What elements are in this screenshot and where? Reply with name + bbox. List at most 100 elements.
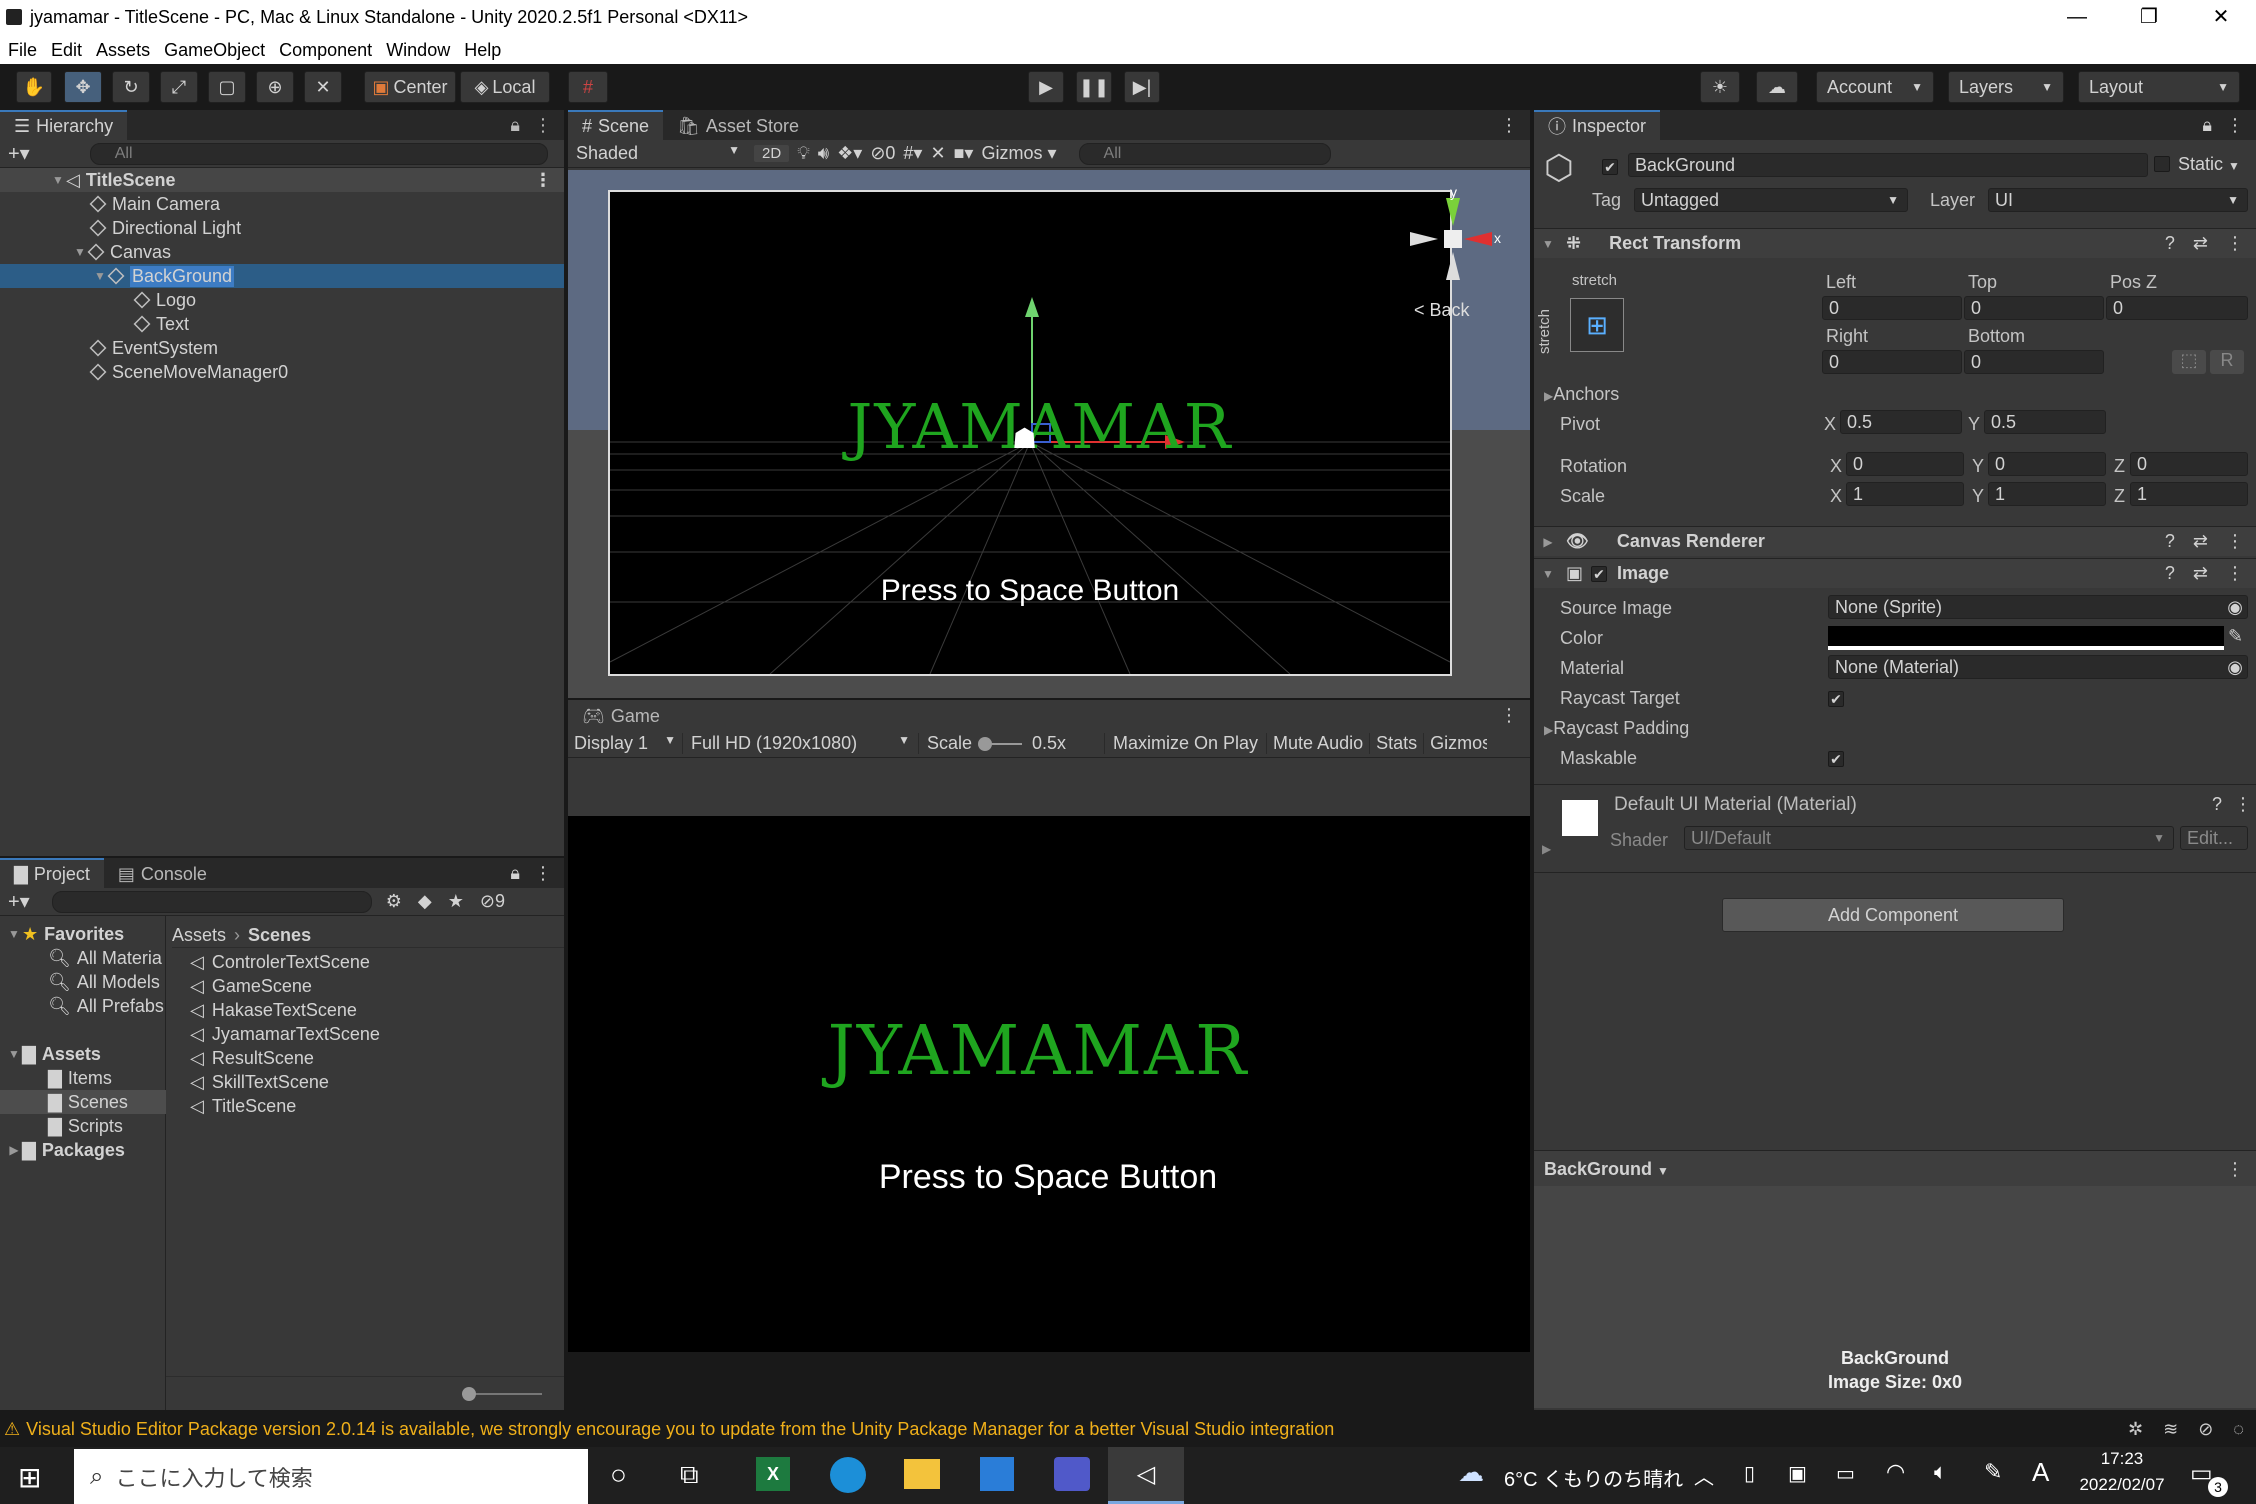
pivot-x-field[interactable]: 0.5 <box>1840 410 1962 434</box>
image-component-header[interactable]: ▼ ▣ ✔ Image ? ⇄ ⋮ <box>1534 558 2256 588</box>
rotation-z-field[interactable]: 0 <box>2130 452 2248 476</box>
bottom-field[interactable]: 0 <box>1964 350 2104 374</box>
breadcrumb-assets[interactable]: Assets <box>172 925 226 946</box>
material-foldout-arrow-icon[interactable]: ▶ <box>1542 842 1551 856</box>
favorite-all-prefabs[interactable]: 🔍︎ All Prefabs <box>48 994 164 1018</box>
pivot-y-field[interactable]: 0.5 <box>1984 410 2106 434</box>
hierarchy-item-background[interactable]: ▼ BackGround <box>0 264 564 288</box>
component-menu-icon[interactable]: ⋮ <box>2226 233 2244 254</box>
folder-scenes[interactable]: ▇ Scenes <box>0 1090 166 1114</box>
gizmos-dropdown[interactable]: Gizmos ▾ <box>981 143 1056 164</box>
help-icon[interactable]: ? <box>2165 531 2175 552</box>
canvas-renderer-header[interactable]: ▶ 👁︎ Canvas Renderer ? ⇄ ⋮ <box>1534 526 2256 556</box>
raycast-padding-foldout[interactable]: ▶Raycast Padding <box>1544 718 1689 739</box>
menu-window[interactable]: Window <box>386 40 450 61</box>
rect-tool-icon[interactable]: ▢ <box>208 71 246 103</box>
effects-icon[interactable]: ❖▾ <box>837 143 862 164</box>
scene-file[interactable]: ◁ ControlerTextScene <box>190 950 370 974</box>
assets-node[interactable]: ▼ ▇ Assets <box>6 1042 101 1066</box>
file-explorer-icon[interactable] <box>904 1459 940 1489</box>
scale-x-field[interactable]: 1 <box>1846 482 1964 506</box>
auto-generate-icon[interactable]: ◌ <box>2233 1419 2244 1440</box>
store-app-icon[interactable] <box>980 1457 1014 1491</box>
menu-edit[interactable]: Edit <box>51 40 82 61</box>
favorite-all-models[interactable]: 🔍︎ All Models <box>48 970 160 994</box>
rotate-tool-icon[interactable]: ↻ <box>112 71 150 103</box>
lock-icon[interactable]: 🔒︎ <box>510 863 520 884</box>
tray-device-icon[interactable]: ▯ <box>1744 1461 1755 1486</box>
gizmo-x-axis[interactable] <box>1464 232 1492 246</box>
collapse-arrow-icon[interactable]: ▼ <box>1540 237 1556 251</box>
tools-icon[interactable]: ✕ <box>930 143 945 164</box>
gizmo-center[interactable] <box>1444 230 1462 248</box>
windows-start-icon[interactable]: ⊞ <box>18 1461 41 1494</box>
posz-field[interactable]: 0 <box>2106 296 2248 320</box>
hierarchy-search-input[interactable]: All <box>89 142 548 165</box>
shader-edit-button[interactable]: Edit... <box>2180 826 2248 850</box>
play-button[interactable]: ▶ <box>1028 71 1064 103</box>
hidden-packages-icon[interactable]: ⊘9 <box>480 891 505 912</box>
folder-scripts[interactable]: ▇ Scripts <box>48 1114 123 1138</box>
excel-icon[interactable]: X <box>756 1457 790 1491</box>
scene-viewport[interactable]: JYAMAMAR Press to Space Button ☗ y x < B… <box>568 170 1530 698</box>
hierarchy-item-eventsystem[interactable]: EventSystem <box>89 336 218 360</box>
status-message[interactable]: Visual Studio Editor Package version 2.0… <box>26 1419 1334 1440</box>
image-enabled-checkbox[interactable]: ✔ <box>1591 565 1608 582</box>
expand-arrow-icon[interactable]: ▶ <box>1540 535 1556 549</box>
display-dropdown[interactable]: Display 1 ▼ <box>568 733 682 754</box>
edge-icon[interactable] <box>830 1457 866 1493</box>
folder-items[interactable]: ▇ Items <box>48 1066 112 1090</box>
scene-file[interactable]: ◁ JyamamarTextScene <box>190 1022 380 1046</box>
preset-icon[interactable]: ⇄ <box>2193 531 2208 552</box>
right-field[interactable]: 0 <box>1822 350 1962 374</box>
filter-type-icon[interactable]: ⚙ <box>386 891 402 912</box>
favorite-icon[interactable]: ★ <box>448 891 464 912</box>
rotation-x-field[interactable]: 0 <box>1846 452 1964 476</box>
scene-menu-icon[interactable]: ⋮ <box>534 170 552 191</box>
scale-tool-icon[interactable]: ⤢ <box>160 71 198 103</box>
layer-dropdown[interactable]: UI ▼ <box>1988 188 2248 212</box>
maximize-on-play-button[interactable]: Maximize On Play <box>1104 733 1266 754</box>
preset-icon[interactable]: ⇄ <box>2193 233 2208 254</box>
shader-dropdown[interactable]: UI/Default ▼ <box>1684 826 2174 850</box>
cloud-icon[interactable]: ☁ <box>1756 71 1798 103</box>
volume-icon[interactable]: 🔈︎ <box>1934 1459 1947 1485</box>
create-icon[interactable]: +▾ <box>8 889 30 914</box>
battery-icon[interactable]: ▭ <box>1836 1461 1855 1486</box>
tab-inspector[interactable]: ⓘ Inspector <box>1534 110 1661 140</box>
source-image-field[interactable]: None (Sprite) ◉ <box>1828 595 2248 619</box>
tab-project[interactable]: ▇ Project <box>0 858 104 888</box>
hierarchy-item-directional-light[interactable]: Directional Light <box>89 216 241 240</box>
scene-file[interactable]: ◁ ResultScene <box>190 1046 314 1070</box>
scene-file[interactable]: ◁ HakaseTextScene <box>190 998 357 1022</box>
color-swatch[interactable] <box>1828 626 2224 650</box>
hidden-objects-icon[interactable]: ⊘0 <box>870 143 895 164</box>
rotation-y-field[interactable]: 0 <box>1988 452 2106 476</box>
tag-dropdown[interactable]: Untagged ▼ <box>1634 188 1908 212</box>
help-icon[interactable]: ? <box>2212 794 2222 815</box>
scale-slider[interactable]: Scale 0.5x <box>918 733 1104 754</box>
help-icon[interactable]: ? <box>2165 563 2175 584</box>
view-back-label[interactable]: < Back <box>1414 300 1470 321</box>
unity-taskbar-icon[interactable]: ◁ <box>1108 1447 1184 1504</box>
stats-button[interactable]: Stats <box>1369 733 1423 754</box>
hierarchy-item-main-camera[interactable]: Main Camera <box>89 192 220 216</box>
collapse-arrow-icon[interactable]: ▼ <box>1540 567 1556 581</box>
restore-button[interactable]: ❐ <box>2120 2 2178 32</box>
game-viewport[interactable]: JYAMAMAR Press to Space Button <box>568 816 1530 1352</box>
raw-edit-button[interactable]: R <box>2210 350 2244 374</box>
hierarchy-item-canvas[interactable]: ▼ Canvas <box>72 240 171 264</box>
kebab-menu-icon[interactable]: ⋮ <box>534 863 552 884</box>
tab-scene[interactable]: # Scene <box>568 110 664 140</box>
hierarchy-item-logo[interactable]: Logo <box>133 288 196 312</box>
favorite-all-materials[interactable]: 🔍︎ All Materia <box>48 946 162 970</box>
step-button[interactable]: ▶| <box>1124 71 1160 103</box>
shading-dropdown[interactable]: Shaded ▼ <box>568 143 746 164</box>
pause-button[interactable]: ❚❚ <box>1076 71 1112 103</box>
anchors-foldout[interactable]: ▶Anchors <box>1544 384 1619 405</box>
scene-search-input[interactable]: All <box>1078 142 1331 165</box>
pivot-local-button[interactable]: ◈ Local <box>460 71 550 103</box>
object-name-field[interactable]: BackGround <box>1628 153 2148 177</box>
hierarchy-item-text[interactable]: Text <box>133 312 189 336</box>
help-icon[interactable]: ? <box>2165 233 2175 254</box>
